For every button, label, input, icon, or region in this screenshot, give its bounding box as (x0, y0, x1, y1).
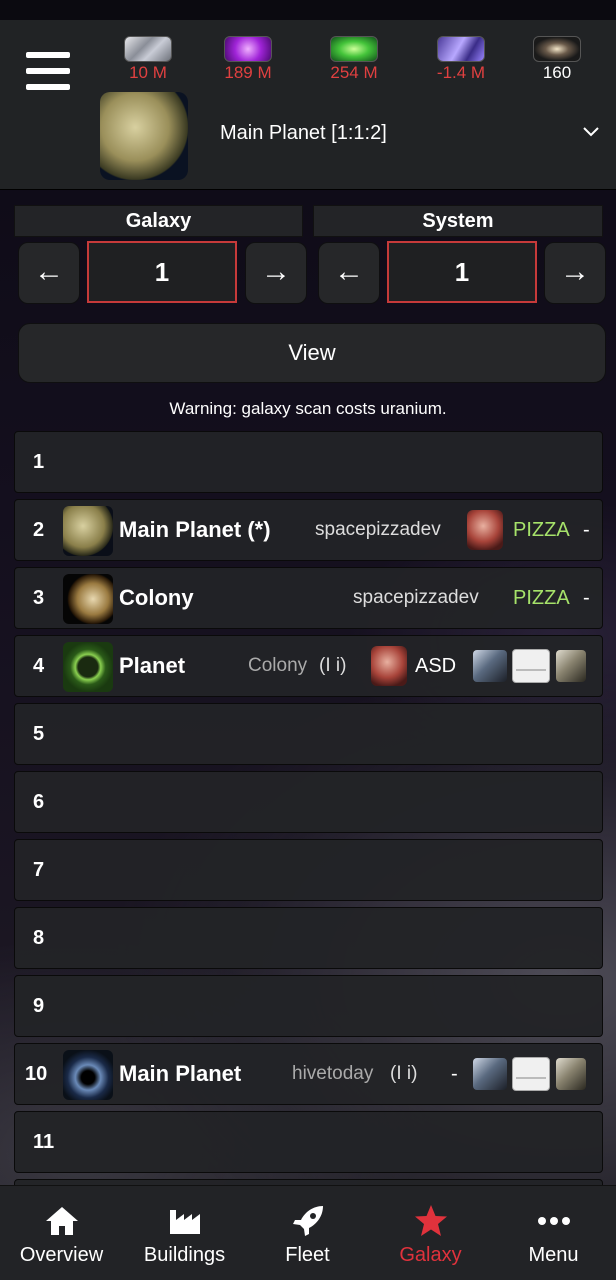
alliance-tag[interactable]: ASD (415, 636, 456, 696)
planet-image[interactable] (63, 506, 113, 556)
player-name[interactable]: Colony (248, 636, 307, 696)
planet-name[interactable]: Colony (119, 568, 194, 628)
nav-menu[interactable]: Menu (492, 1186, 615, 1280)
resource-value: 254 M (330, 63, 378, 82)
bottom-navigation: Overview Buildings Fleet Galaxy Menu (0, 1185, 616, 1280)
position-row[interactable]: 6 (14, 771, 603, 833)
position-number: 4 (33, 655, 45, 677)
galaxy-next-button[interactable]: → (245, 242, 307, 304)
position-number: 9 (33, 995, 45, 1017)
position-number: 3 (33, 587, 45, 609)
nav-galaxy[interactable]: Galaxy (369, 1186, 492, 1280)
buddy-request-icon[interactable] (556, 1058, 586, 1090)
player-status: (I i) (390, 1063, 418, 1084)
position-row[interactable]: 2 Main Planet (*) spacepizzadev PIZZA - (14, 499, 603, 561)
nav-buildings[interactable]: Buildings (123, 1186, 246, 1280)
planet-name[interactable]: Main Planet (119, 1044, 241, 1104)
current-planet-avatar[interactable] (100, 92, 188, 180)
galaxy-prev-button[interactable]: ← (18, 242, 80, 304)
galaxy-icon (533, 36, 581, 62)
position-row[interactable]: 5 (14, 703, 603, 765)
position-number: 10 (25, 1063, 48, 1085)
nav-label: Overview (19, 1244, 104, 1266)
position-row[interactable]: 1 (14, 431, 603, 493)
alliance-avatar[interactable] (467, 510, 503, 550)
header: 10 M 189 M 254 M -1.4 M 160 Main Planet … (0, 20, 616, 190)
system-prev-button[interactable]: ← (318, 242, 380, 304)
espionage-icon[interactable] (473, 650, 507, 682)
home-icon (0, 1202, 123, 1240)
system-title: System (313, 205, 603, 237)
player-name[interactable]: hivetoday (292, 1044, 373, 1104)
planet-name[interactable]: Main Planet (*) (119, 500, 271, 560)
galaxy-input[interactable]: 1 (87, 241, 237, 303)
nav-fleet[interactable]: Fleet (246, 1186, 369, 1280)
separator: - (583, 519, 590, 541)
separator: - (451, 1063, 458, 1085)
rocket-icon (246, 1202, 369, 1240)
position-row[interactable]: 8 (14, 907, 603, 969)
separator: - (583, 587, 590, 609)
alliance-tag[interactable]: PIZZA (513, 568, 570, 628)
nav-label: Menu (528, 1244, 579, 1266)
planet-select[interactable]: Main Planet [1:1:2] (220, 122, 600, 145)
position-number: 1 (33, 451, 45, 473)
deuterium-icon (330, 36, 378, 62)
energy-icon (437, 36, 485, 62)
position-number: 6 (33, 791, 45, 813)
view-button[interactable]: View (18, 323, 606, 383)
buddy-request-icon[interactable] (556, 650, 586, 682)
player-name[interactable]: spacepizzadev (353, 568, 479, 628)
resource-crystal: 189 M (208, 36, 288, 83)
position-number: 2 (33, 519, 45, 541)
position-row[interactable]: 4 Planet Colony (I i) ASD (14, 635, 603, 697)
resource-value: -1.4 M (436, 63, 486, 82)
message-icon[interactable] (512, 1057, 550, 1091)
position-row[interactable]: 10 Main Planet hivetoday (I i) - (14, 1043, 603, 1105)
star-icon (369, 1202, 492, 1240)
factory-icon (123, 1202, 246, 1240)
position-row[interactable]: 3 Colony spacepizzadev PIZZA - (14, 567, 603, 629)
resource-value: 160 (542, 63, 572, 82)
nav-label: Galaxy (399, 1244, 462, 1266)
position-number: 5 (33, 723, 45, 745)
chevron-down-icon (582, 122, 600, 143)
resource-metal: 10 M (108, 36, 188, 83)
system-next-button[interactable]: → (544, 242, 606, 304)
message-icon[interactable] (512, 649, 550, 683)
crystal-icon (224, 36, 272, 62)
position-row[interactable]: 11 (14, 1111, 603, 1173)
metal-icon (124, 36, 172, 62)
nav-label: Buildings (143, 1244, 226, 1266)
planet-image[interactable] (63, 574, 113, 624)
nav-label: Fleet (285, 1244, 330, 1266)
alliance-avatar[interactable] (371, 646, 407, 686)
planet-image[interactable] (63, 642, 113, 692)
resource-energy: -1.4 M (421, 36, 501, 83)
alliance-tag[interactable]: PIZZA (513, 500, 570, 560)
planet-image[interactable] (63, 1050, 113, 1100)
resource-galaxy: 160 (517, 36, 597, 83)
espionage-icon[interactable] (473, 1058, 507, 1090)
player-status: (I i) (319, 655, 347, 676)
player-name[interactable]: spacepizzadev (315, 500, 441, 560)
resource-value: 10 M (129, 63, 167, 82)
position-number: 11 (33, 1131, 55, 1153)
galaxy-title: Galaxy (14, 205, 303, 237)
nav-overview[interactable]: Overview (0, 1186, 123, 1280)
resource-deuterium: 254 M (314, 36, 394, 83)
position-number: 7 (33, 859, 45, 881)
scan-warning: Warning: galaxy scan costs uranium. (169, 399, 447, 418)
more-icon (492, 1202, 615, 1240)
resource-value: 189 M (224, 63, 272, 82)
position-row[interactable]: 7 (14, 839, 603, 901)
status-bar (0, 0, 616, 20)
hamburger-menu-icon[interactable] (26, 52, 72, 94)
planet-select-label: Main Planet [1:1:2] (220, 122, 387, 144)
system-input[interactable]: 1 (387, 241, 537, 303)
position-row[interactable]: 9 (14, 975, 603, 1037)
position-number: 8 (33, 927, 45, 949)
planet-name[interactable]: Planet (119, 636, 185, 696)
